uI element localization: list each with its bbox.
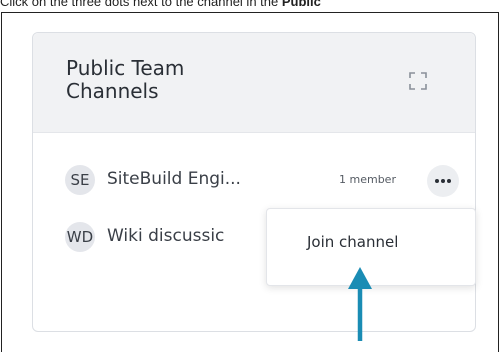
channel-name[interactable]: SiteBuild Engi...: [107, 169, 241, 189]
card-header: Public Team Channels: [33, 33, 475, 133]
card-title: Public Team Channels: [66, 56, 185, 103]
instruction-text: Click on the three dots next to the chan…: [0, 0, 501, 12]
avatar: SE: [65, 165, 95, 195]
instruction-prefix: Click on the three dots next to the chan…: [0, 0, 282, 9]
channel-options-button[interactable]: [427, 165, 459, 197]
instruction-bold: Public: [281, 0, 321, 9]
arrow-up-icon: [348, 267, 372, 341]
avatar: WD: [65, 222, 95, 252]
public-team-channels-card: Public Team Channels SE SiteBuild Engi..…: [32, 32, 476, 332]
expand-icon[interactable]: [408, 71, 428, 91]
more-dots-icon: [435, 179, 451, 183]
channel-row[interactable]: SE SiteBuild Engi... 1 member: [65, 165, 465, 197]
screenshot-frame: Click on the three dots next to the chan…: [0, 0, 501, 352]
join-channel-menu-item[interactable]: Join channel: [267, 227, 475, 257]
member-count: 1 member: [339, 173, 396, 186]
channel-name[interactable]: Wiki discussic: [107, 226, 224, 246]
